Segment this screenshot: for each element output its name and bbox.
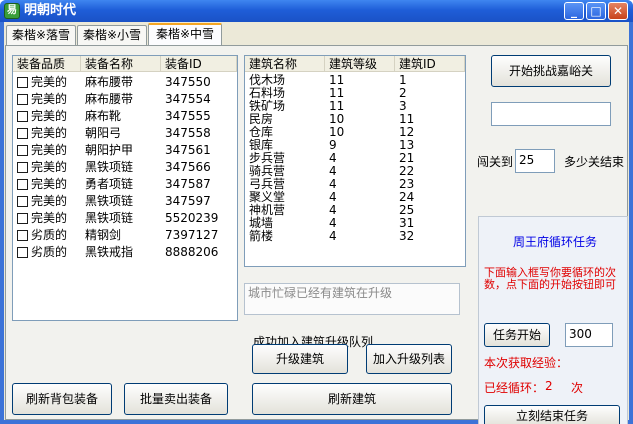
equip-name: 朝阳护甲: [85, 143, 134, 157]
window-title: 明朝时代: [24, 3, 77, 18]
tab-account-2[interactable]: 秦楷※小雪: [77, 25, 147, 45]
challenge-input[interactable]: [491, 102, 611, 126]
refresh-bag-button[interactable]: 刷新背包装备: [12, 383, 112, 415]
task-description: 下面输入框写你要循环的次数，点下面的开始按钮即可: [484, 266, 616, 291]
task-panel: 周王府循环任务 下面输入框写你要循环的次数，点下面的开始按钮即可 任务开始 30…: [478, 216, 628, 424]
equip-checkbox[interactable]: [17, 128, 28, 139]
equip-id: 347597: [165, 194, 211, 208]
equip-id: 347566: [165, 160, 211, 174]
loop-unit: 次: [571, 381, 584, 395]
equip-id: 7397127: [165, 228, 219, 242]
equip-name: 麻布靴: [85, 109, 122, 123]
equip-quality: 完美的: [31, 92, 68, 106]
equip-quality: 完美的: [31, 126, 68, 140]
equip-name: 黑铁戒指: [85, 245, 134, 259]
equip-checkbox[interactable]: [17, 145, 28, 156]
building-id: 32: [399, 229, 415, 243]
equip-checkbox[interactable]: [17, 179, 28, 190]
tab-panel: 装备品质 装备名称 装备ID 完美的 麻布腰带 347550 完美的 麻布腰带 34755…: [5, 45, 628, 424]
equip-name: 黑铁项链: [85, 160, 134, 174]
task-title: 周王府循环任务: [513, 235, 598, 249]
build-col-level[interactable]: 建筑等级: [325, 56, 395, 72]
equip-checkbox[interactable]: [17, 196, 28, 207]
equip-quality: 完美的: [31, 177, 68, 191]
equip-quality: 完美的: [31, 211, 68, 225]
equip-checkbox[interactable]: [17, 77, 28, 88]
pass-label: 闯关到: [477, 155, 514, 169]
equip-id: 347550: [165, 75, 211, 89]
equip-checkbox[interactable]: [17, 94, 28, 105]
building-list[interactable]: 建筑名称 建筑等级 建筑ID 伐木场 11 1 石料场 11 2 铁矿场 11 3 民房 10 11 仓…: [244, 55, 466, 267]
equip-checkbox[interactable]: [17, 162, 28, 173]
build-col-id[interactable]: 建筑ID: [395, 56, 465, 72]
loop-count-value: 2: [545, 379, 553, 393]
equip-name: 精钢剑: [85, 228, 122, 242]
status-textbox[interactable]: 城市忙碌已经有建筑在升级: [244, 283, 460, 315]
equip-quality: 劣质的: [31, 245, 68, 259]
equip-quality: 劣质的: [31, 228, 68, 242]
equip-col-name[interactable]: 装备名称: [81, 56, 161, 72]
equip-name: 黑铁项链: [85, 194, 134, 208]
equip-name: 麻布腰带: [85, 92, 134, 106]
sell-bulk-button[interactable]: 批量卖出装备: [124, 383, 228, 415]
tab-account-3[interactable]: 秦楷※中雪: [148, 23, 222, 45]
equip-quality: 完美的: [31, 109, 68, 123]
equip-name: 麻布腰带: [85, 75, 134, 89]
equip-id: 347554: [165, 92, 211, 106]
close-icon: ✕: [612, 4, 624, 18]
title-bar[interactable]: 易 明朝时代 _ □ ✕: [0, 0, 633, 22]
refresh-building-button[interactable]: 刷新建筑: [252, 383, 452, 415]
build-col-name[interactable]: 建筑名称: [245, 56, 325, 72]
client-area: 秦楷※落雪 秦楷※小雪 秦楷※中雪 装备品质 装备名称 装备ID 完美的 麻布腰带…: [4, 22, 629, 424]
equip-checkbox[interactable]: [17, 111, 28, 122]
equip-id: 347561: [165, 143, 211, 157]
equip-id: 347555: [165, 109, 211, 123]
building-name: 箭楼: [249, 229, 274, 243]
stop-task-button[interactable]: 立刻结束任务: [484, 405, 620, 424]
equip-checkbox[interactable]: [17, 213, 28, 224]
tab-account-1[interactable]: 秦楷※落雪: [6, 25, 76, 45]
close-button[interactable]: ✕: [608, 2, 628, 20]
loop-count-input[interactable]: 300: [565, 323, 613, 347]
pass-end-label: 多少关结束: [564, 155, 625, 169]
equip-id: 5520239: [165, 211, 219, 225]
equip-quality: 完美的: [31, 75, 68, 89]
add-upgrade-queue-button[interactable]: 加入升级列表: [366, 344, 452, 374]
exp-label: 本次获取经验：: [484, 356, 569, 370]
equip-col-quality[interactable]: 装备品质: [13, 56, 81, 72]
equip-id: 8888206: [165, 245, 219, 259]
equip-name: 勇者项链: [85, 177, 134, 191]
upgrade-building-button[interactable]: 升级建筑: [252, 344, 348, 374]
challenge-button[interactable]: 开始挑战嘉峪关: [491, 55, 611, 87]
equip-checkbox[interactable]: [17, 230, 28, 241]
equip-id: 347558: [165, 126, 211, 140]
equip-quality: 完美的: [31, 143, 68, 157]
app-window: 易 明朝时代 _ □ ✕ 秦楷※落雪 秦楷※小雪 秦楷※中雪 装备品质 装备名称…: [0, 0, 633, 424]
equipment-list[interactable]: 装备品质 装备名称 装备ID 完美的 麻布腰带 347550 完美的 麻布腰带 34755…: [12, 55, 238, 321]
equip-name: 黑铁项链: [85, 211, 134, 225]
equip-col-id[interactable]: 装备ID: [161, 56, 237, 72]
equip-quality: 完美的: [31, 160, 68, 174]
minimize-icon: _: [571, 4, 577, 18]
task-start-button[interactable]: 任务开始: [484, 323, 550, 347]
equip-quality: 完美的: [31, 194, 68, 208]
maximize-button[interactable]: □: [586, 2, 606, 20]
equip-name: 朝阳弓: [85, 126, 122, 140]
pass-level-input[interactable]: 25: [515, 149, 555, 173]
equip-checkbox[interactable]: [17, 247, 28, 258]
maximize-icon: □: [590, 4, 602, 18]
minimize-button[interactable]: _: [564, 2, 584, 20]
app-icon: 易: [4, 3, 20, 19]
loop-label: 已经循环：: [484, 381, 545, 395]
equip-id: 347587: [165, 177, 211, 191]
building-level: 4: [329, 229, 337, 243]
